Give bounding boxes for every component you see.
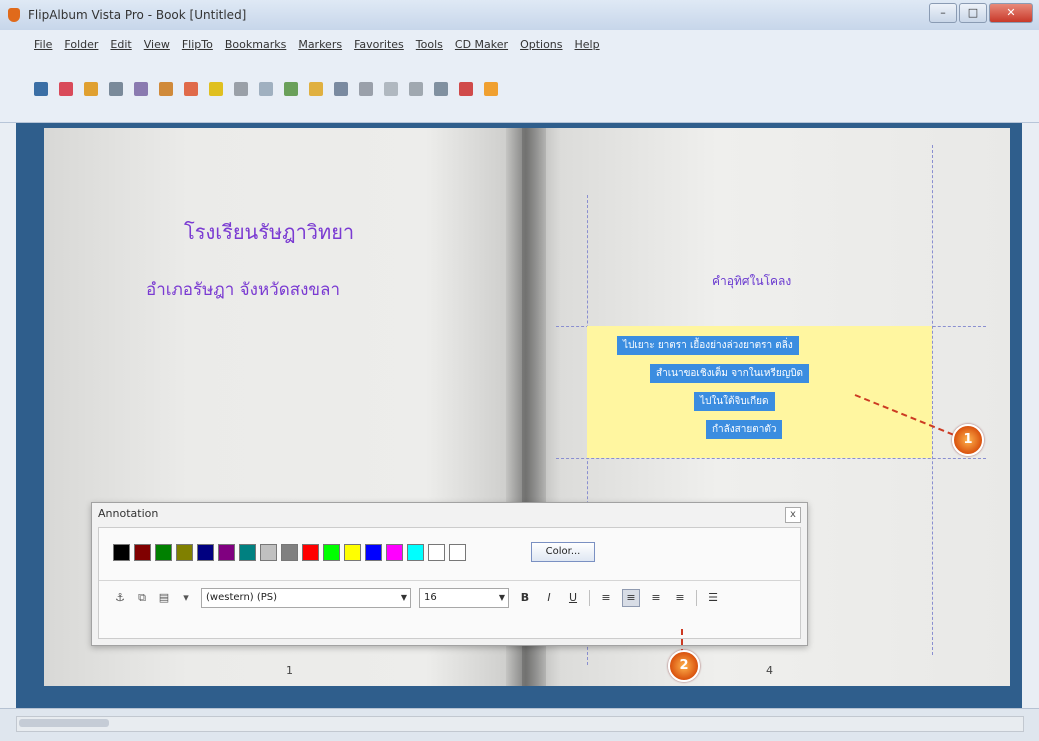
horizontal-scrollbar[interactable] [16, 716, 1024, 732]
guide-line [556, 458, 986, 459]
color-swatch[interactable] [323, 544, 340, 561]
flip-right-icon[interactable] [284, 82, 298, 96]
menu-edit[interactable]: Edit [110, 30, 131, 60]
dialog-body: Color... ⚓ ⧉ ▤ ▾ (western) (PS) ▼ 16 ▼ B… [98, 527, 801, 639]
font-dropdown-icon[interactable]: ▾ [179, 591, 193, 605]
open-icon[interactable] [59, 82, 73, 96]
color-picker-button[interactable]: Color... [531, 542, 595, 562]
color-swatch[interactable] [449, 544, 466, 561]
menu-bar: File Folder Edit View FlipTo Bookmarks Markers… [0, 30, 1039, 60]
cd-icon[interactable] [384, 82, 398, 96]
dialog-title: Annotation [98, 507, 159, 520]
align-right-button[interactable]: ≡ [648, 590, 664, 606]
flip-left-icon[interactable] [259, 82, 273, 96]
color-swatch[interactable] [344, 544, 361, 561]
color-swatch[interactable] [365, 544, 382, 561]
color-swatch[interactable] [281, 544, 298, 561]
divider [589, 590, 590, 606]
right-page-heading: คำอุทิศในโคลง [712, 274, 792, 288]
minimize-button[interactable]: – [929, 3, 957, 23]
color-swatch[interactable] [407, 544, 424, 561]
note-line: ไปในใต้จิบเกียด [694, 392, 775, 411]
right-page-number: 4 [766, 664, 773, 677]
undo-icon[interactable] [234, 82, 248, 96]
font-size-value: 16 [424, 592, 437, 603]
menu-folder[interactable]: Folder [64, 30, 98, 60]
note-line: สำเนาขอเชิงเต็ม จากในเหรียญบิด [650, 364, 810, 383]
title-bar: FlipAlbum Vista Pro - Book [Untitled] – … [0, 0, 1039, 31]
left-page-subtitle: อำเภอรัษฎา จังหวัดสงขลา [146, 280, 340, 300]
color-swatch[interactable] [113, 544, 130, 561]
color-swatch[interactable] [239, 544, 256, 561]
color-palette [113, 544, 466, 561]
tools-icon[interactable] [409, 82, 423, 96]
guide-line [932, 145, 933, 655]
star-icon[interactable] [209, 82, 223, 96]
menu-tools[interactable]: Tools [416, 30, 443, 60]
color-swatch[interactable] [197, 544, 214, 561]
italic-button[interactable]: I [541, 590, 557, 606]
window-title: FlipAlbum Vista Pro - Book [Untitled] [28, 8, 247, 22]
font-size-select[interactable]: 16 ▼ [419, 588, 509, 608]
copy-format-icon[interactable]: ⧉ [135, 591, 149, 605]
bold-button[interactable]: B [517, 590, 533, 606]
divider [696, 590, 697, 606]
save-icon[interactable] [84, 82, 98, 96]
color-swatch[interactable] [134, 544, 151, 561]
dialog-close-button[interactable]: x [785, 507, 801, 523]
menu-options[interactable]: Options [520, 30, 562, 60]
app-icon [8, 8, 20, 22]
close-button[interactable]: ✕ [989, 3, 1033, 23]
copy-icon[interactable] [159, 82, 173, 96]
maximize-button[interactable]: □ [959, 3, 987, 23]
color-swatch[interactable] [155, 544, 172, 561]
anchor-icon[interactable]: ⚓ [113, 591, 127, 605]
chevron-down-icon: ▼ [400, 593, 407, 602]
menu-bookmarks[interactable]: Bookmarks [225, 30, 286, 60]
divider [99, 580, 800, 581]
print-icon[interactable] [109, 82, 123, 96]
paste-format-icon[interactable]: ▤ [157, 591, 171, 605]
menu-markers[interactable]: Markers [298, 30, 342, 60]
marker-icon[interactable] [359, 82, 373, 96]
step-marker-1: 1 [952, 424, 984, 456]
list-icon[interactable]: ☰ [705, 590, 721, 606]
info-icon[interactable] [484, 82, 498, 96]
menu-flipto[interactable]: FlipTo [182, 30, 213, 60]
chevron-down-icon: ▼ [498, 593, 505, 602]
cut-icon[interactable] [134, 82, 148, 96]
note-line: กำลังสายตาตัว [706, 420, 783, 439]
menu-file[interactable]: File [34, 30, 52, 60]
color-swatch[interactable] [386, 544, 403, 561]
underline-button[interactable]: U [565, 590, 581, 606]
new-book-icon[interactable] [34, 82, 48, 96]
color-swatch[interactable] [260, 544, 277, 561]
bookmark-icon[interactable] [334, 82, 348, 96]
scroll-thumb[interactable] [19, 719, 109, 727]
font-name-select[interactable]: (western) (PS) ▼ [201, 588, 411, 608]
align-center-button[interactable]: ≡ [622, 589, 640, 607]
menu-favorites[interactable]: Favorites [354, 30, 404, 60]
left-page-title: โรงเรียนรัษฎาวิทยา [184, 220, 355, 244]
note-line: ไปเยาะ ยาตรา เยื้องย่างล่วงยาตรา ตลิ่ง [617, 336, 799, 355]
step-marker-2: 2 [668, 650, 700, 682]
align-left-button[interactable]: ≡ [598, 590, 614, 606]
menu-view[interactable]: View [144, 30, 170, 60]
menu-cd-maker[interactable]: CD Maker [455, 30, 508, 60]
color-swatch[interactable] [428, 544, 445, 561]
justify-button[interactable]: ≡ [672, 590, 688, 606]
font-name-value: (western) (PS) [206, 592, 278, 603]
window-controls: – □ ✕ [929, 3, 1033, 23]
help-icon[interactable] [459, 82, 473, 96]
color-swatch[interactable] [176, 544, 193, 561]
music-icon[interactable] [309, 82, 323, 96]
toolbar [0, 60, 1039, 123]
paste-icon[interactable] [184, 82, 198, 96]
options-icon[interactable] [434, 82, 448, 96]
color-swatch[interactable] [302, 544, 319, 561]
menu-help[interactable]: Help [575, 30, 600, 60]
annotation-dialog: Annotation x Color... ⚓ ⧉ ▤ ▾ (western) … [91, 502, 808, 646]
left-page-number: 1 [286, 664, 293, 677]
color-swatch[interactable] [218, 544, 235, 561]
